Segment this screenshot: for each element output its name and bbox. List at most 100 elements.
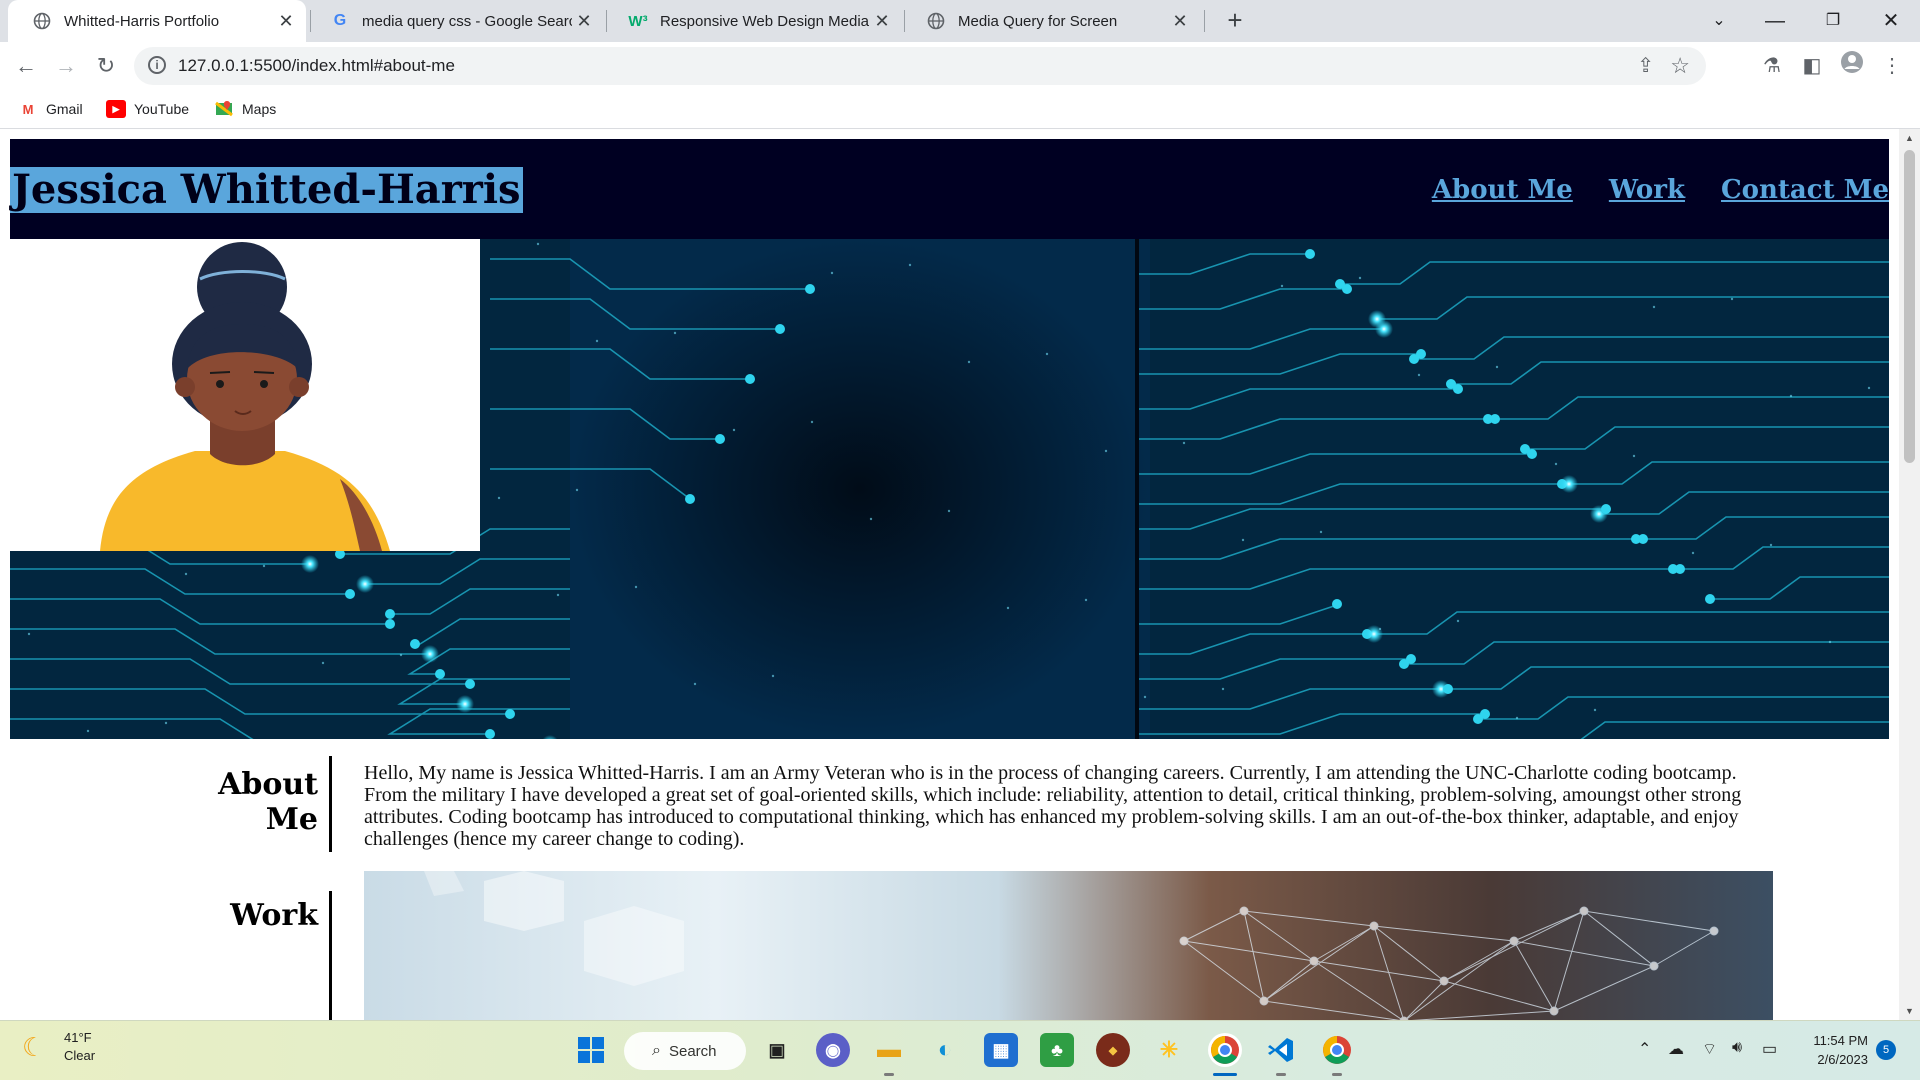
microsoft-store-icon[interactable]: ▦ (984, 1033, 1018, 1067)
circuit-spark (1867, 386, 1871, 390)
circuit-spark (1828, 640, 1832, 644)
site-nav: About Me Work Contact Me (1396, 175, 1889, 205)
circuit-node (1375, 320, 1393, 338)
onedrive-cloud-icon[interactable]: ☁ (1668, 1039, 1684, 1059)
game-logo-icon[interactable]: ◆ (1096, 1033, 1130, 1067)
weather-temp: 41°F (64, 1030, 92, 1045)
nav-link-work[interactable]: Work (1609, 175, 1685, 205)
forward-button[interactable]: → (50, 50, 82, 82)
new-tab-button[interactable]: + (1220, 6, 1250, 36)
circuit-node (505, 709, 515, 719)
bookmark-maps[interactable]: Maps (214, 98, 276, 120)
vscode-icon[interactable] (1264, 1033, 1298, 1067)
bookmark-youtube[interactable]: ▶ YouTube (106, 98, 189, 120)
circuit-spark (497, 496, 501, 500)
restore-button[interactable]: ❐ (1810, 4, 1856, 38)
circuit-spark (1182, 441, 1186, 445)
back-button[interactable]: ← (10, 50, 42, 82)
scrollbar-thumb[interactable] (1904, 150, 1915, 463)
active-app-indicator (1213, 1073, 1237, 1076)
network-node (1259, 996, 1269, 1006)
tab-portfolio[interactable]: Whitted-Harris Portfolio ✕ (8, 0, 306, 42)
tab-title: Media Query for Screen (958, 12, 1118, 30)
taskbar-search[interactable]: ⌕ Search (624, 1032, 746, 1070)
weather-desc: Clear (64, 1048, 96, 1063)
reload-button[interactable]: ↻ (90, 50, 122, 82)
circuit-spark (536, 242, 540, 246)
circuit-node (1490, 414, 1500, 424)
network-node (1239, 906, 1249, 916)
profile-avatar-icon[interactable] (1836, 50, 1868, 82)
circuit-spark (1319, 530, 1323, 534)
circuit-spark (1632, 454, 1636, 458)
running-app-indicator (884, 1073, 894, 1076)
bookmark-star-icon[interactable]: ☆ (1670, 53, 1690, 79)
close-icon[interactable]: ✕ (870, 11, 894, 32)
circuit-spark (556, 593, 560, 597)
windows-start-icon[interactable] (574, 1033, 608, 1067)
circuit-spark (595, 339, 599, 343)
circuit-node (456, 695, 474, 713)
circuit-spark (1417, 373, 1421, 377)
network-node (1179, 936, 1189, 946)
notification-badge[interactable]: 5 (1876, 1040, 1896, 1060)
tab-w3schools[interactable]: W³ Responsive Web Design Media Queries ✕ (604, 0, 902, 42)
circuit-spark (1221, 687, 1225, 691)
close-icon[interactable]: ✕ (572, 11, 596, 32)
site-info-icon[interactable]: i (148, 56, 166, 74)
chrome-dev-icon[interactable] (1208, 1033, 1242, 1067)
search-icon: ⌕ (652, 1042, 661, 1059)
chrome-icon[interactable] (1320, 1033, 1354, 1067)
battery-icon[interactable]: ▭ (1762, 1039, 1777, 1059)
nav-link-contact-me[interactable]: Contact Me (1721, 175, 1889, 205)
circuit-spark (164, 721, 168, 725)
circuit-node (1560, 475, 1578, 493)
search-label: Search (668, 1042, 717, 1060)
close-icon[interactable]: ✕ (274, 11, 298, 32)
circuit-node (356, 575, 374, 593)
menu-kebab-icon[interactable]: ⋮ (1876, 50, 1908, 82)
address-bar[interactable]: i 127.0.0.1:5500/index.html#about-me ⇪ ☆ (134, 47, 1706, 85)
game-app-icon[interactable]: ♣ (1040, 1033, 1074, 1067)
circuit-node (1705, 594, 1715, 604)
bookmark-gmail[interactable]: M Gmail (18, 98, 83, 120)
share-icon[interactable]: ⇪ (1637, 53, 1654, 78)
scroll-down-arrow[interactable]: ▼ (1899, 1002, 1920, 1020)
chevron-up-icon[interactable]: ⌃ (1638, 1039, 1651, 1059)
bookmark-label: Maps (242, 101, 277, 117)
globe-icon (926, 11, 946, 31)
edge-browser-icon[interactable]: ◐ (928, 1033, 962, 1067)
circuit-spark (1045, 352, 1049, 356)
close-icon[interactable]: ✕ (1168, 11, 1192, 32)
volume-icon[interactable]: 🔊︎ (1732, 1039, 1742, 1057)
circuit-node (301, 555, 319, 573)
weather-widget[interactable]: ☾ 41°F Clear (22, 1029, 95, 1065)
close-window-button[interactable]: ✕ (1868, 4, 1914, 38)
minimize-button[interactable]: — (1752, 4, 1798, 38)
circuit-node (1453, 384, 1463, 394)
browser-toolbar: ← → ↻ i 127.0.0.1:5500/index.html#about-… (0, 42, 1920, 90)
tab-strip: Whitted-Harris Portfolio ✕ G media query… (0, 0, 1920, 42)
circuit-spark (262, 564, 266, 568)
circuit-node (715, 434, 725, 444)
walmart-icon[interactable]: ✳ (1152, 1033, 1186, 1067)
tab-search-button[interactable]: ⌄ (1696, 4, 1742, 38)
labs-flask-icon[interactable]: ⚗ (1756, 50, 1788, 82)
circuit-spark (830, 271, 834, 275)
nav-link-about-me[interactable]: About Me (1432, 175, 1573, 205)
task-view-icon[interactable]: ▣ (760, 1033, 794, 1067)
circuit-spark (1554, 462, 1558, 466)
wifi-icon[interactable]: ⌔ (1702, 1039, 1717, 1059)
scroll-up-arrow[interactable]: ▲ (1899, 129, 1920, 147)
running-app-indicator (1276, 1073, 1286, 1076)
teams-chat-icon[interactable]: ◉ (816, 1033, 850, 1067)
circuit-node (745, 374, 755, 384)
side-panel-icon[interactable]: ◧ (1796, 50, 1828, 82)
circuit-spark (1280, 284, 1284, 288)
file-explorer-icon[interactable]: ▬ (872, 1033, 906, 1067)
circuit-node (685, 494, 695, 504)
page-scrollbar[interactable]: ▲ ▼ (1899, 129, 1920, 1020)
taskbar-clock[interactable]: 11:54 PM 2/6/2023 (1800, 1031, 1868, 1069)
tab-media-query[interactable]: Media Query for Screen ✕ (902, 0, 1200, 42)
tab-google-search[interactable]: G media query css - Google Search ✕ (306, 0, 604, 42)
